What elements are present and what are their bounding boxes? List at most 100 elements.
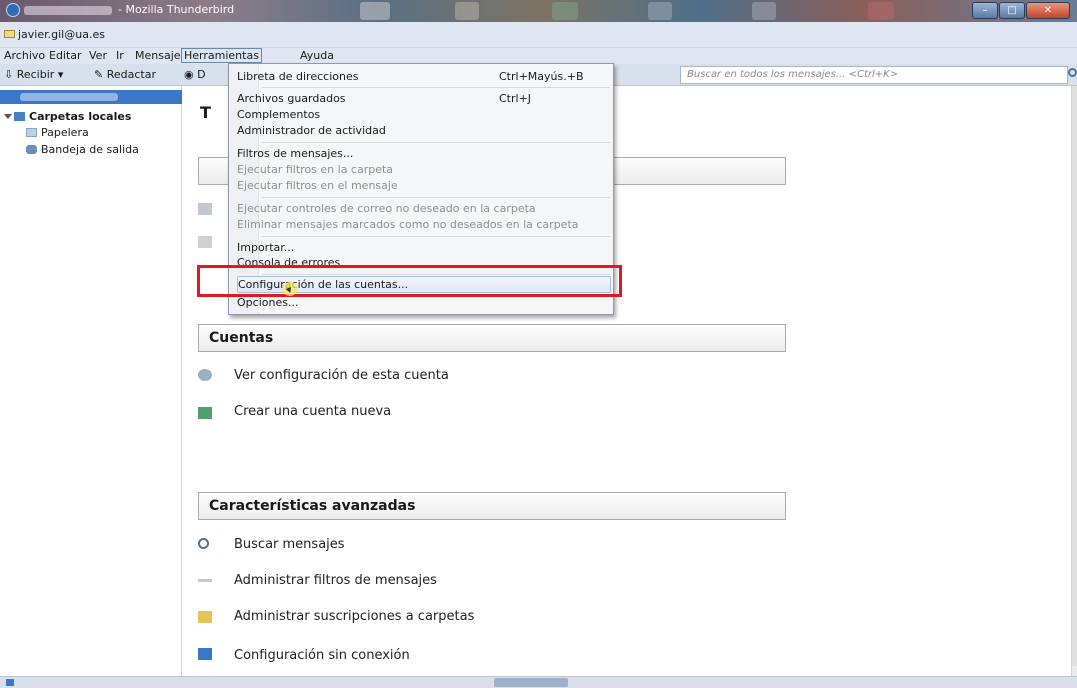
background-decoration: [752, 2, 776, 20]
menu-item-label: Eliminar mensajes marcados como no desea…: [237, 218, 579, 231]
blurred-account-name: [24, 6, 112, 15]
menu-item-label: Archivos guardados: [237, 92, 346, 105]
search-placeholder: Buscar en todos los mensajes... <Ctrl+K>: [687, 69, 899, 80]
annotation-highlight-box: [197, 265, 622, 297]
menu-item-addons[interactable]: Complementos: [237, 106, 611, 123]
search-input[interactable]: Buscar en todos los mensajes... <Ctrl+K>: [680, 66, 1068, 84]
menu-item-activity-manager[interactable]: Administrador de actividad: [237, 122, 611, 139]
menu-ir[interactable]: Ir: [116, 49, 124, 62]
search-icon: [198, 538, 209, 549]
menu-item-label: Libreta de direcciones: [237, 70, 359, 83]
manage-subscriptions-link[interactable]: Administrar suscripciones a carpetas: [234, 609, 474, 624]
folder-label: Bandeja de salida: [41, 143, 139, 156]
search-icon[interactable]: [1068, 68, 1077, 77]
menu-item-saved-files[interactable]: Archivos guardados Ctrl+J: [237, 90, 611, 107]
folder-icon: [14, 112, 25, 121]
menu-item-label: Complementos: [237, 108, 321, 121]
compose-button[interactable]: ✎ Redactar: [94, 68, 156, 81]
page-title: T: [200, 103, 211, 122]
create-account-link[interactable]: Crear una cuenta nueva: [234, 404, 391, 419]
folder-local-folders[interactable]: Carpetas locales: [4, 110, 131, 123]
mail-read-icon: [198, 203, 212, 215]
maximize-button[interactable]: □: [999, 2, 1025, 19]
thunderbird-app-icon[interactable]: [6, 3, 20, 17]
menu-bar: Archivo Editar Ver Ir Mensaje Herramient…: [0, 48, 1077, 64]
blurred-account-name: [20, 93, 118, 101]
menu-item-label: Importar...: [237, 241, 295, 254]
folder-icon: [198, 611, 212, 623]
menu-item-delete-junk: Eliminar mensajes marcados como no desea…: [237, 216, 611, 233]
folder-label: Carpetas locales: [29, 110, 132, 123]
menu-separator: [262, 87, 610, 88]
menu-separator: [262, 197, 610, 198]
title-bar: - Mozilla Thunderbird – □ ✕: [0, 0, 1077, 22]
background-decoration: [648, 2, 672, 20]
menu-item-label: Ejecutar filtros en el mensaje: [237, 179, 398, 192]
menu-herramientas[interactable]: Herramientas: [181, 48, 262, 63]
account-email: javier.gil@ua.es: [18, 28, 105, 41]
menu-archivo[interactable]: Archivo: [4, 49, 45, 62]
menu-item-label: Ejecutar filtros en la carpeta: [237, 163, 394, 176]
menu-item-shortcut: Ctrl+J: [499, 92, 532, 105]
mail-icon: [4, 30, 15, 38]
address-book-icon: ◉: [184, 68, 194, 81]
vertical-scrollbar[interactable]: [1071, 86, 1077, 676]
close-button[interactable]: ✕: [1026, 2, 1070, 19]
menu-item-label: Opciones...: [237, 296, 299, 309]
trash-icon: [26, 128, 37, 137]
outbox-icon: [26, 145, 37, 154]
pencil-icon: ✎: [94, 68, 104, 81]
folder-outbox[interactable]: Bandeja de salida: [26, 143, 139, 156]
background-decoration: [360, 2, 390, 20]
minimize-button[interactable]: –: [972, 2, 998, 19]
manage-filters-link[interactable]: Administrar filtros de mensajes: [234, 573, 437, 588]
menu-item-message-filters[interactable]: Filtros de mensajes...: [237, 145, 611, 162]
menu-item-label: Filtros de mensajes...: [237, 147, 354, 160]
expand-twisty-icon[interactable]: [4, 114, 12, 119]
menu-item-run-filters-message: Ejecutar filtros en el mensaje: [237, 177, 611, 194]
menu-ayuda[interactable]: Ayuda: [300, 49, 334, 62]
account-strip: javier.gil@ua.es: [0, 22, 1077, 48]
receive-icon: ⇩: [4, 68, 14, 81]
scrollbar-thumb[interactable]: [1072, 86, 1077, 666]
menu-item-address-book[interactable]: Libreta de direcciones Ctrl+Mayús.+B: [237, 68, 611, 85]
receive-label: Recibir: [16, 68, 55, 81]
section-box-advanced: Características avanzadas: [198, 492, 786, 520]
gear-icon: [198, 369, 212, 381]
taskbar-thumbnail: [494, 678, 568, 687]
menu-mensaje[interactable]: Mensaje: [135, 49, 181, 62]
section-box-accounts: Cuentas: [198, 324, 786, 352]
background-decoration: [868, 2, 894, 20]
menu-ver[interactable]: Ver: [89, 49, 107, 62]
address-book-label: D: [197, 68, 206, 81]
compose-mail-icon: [198, 236, 212, 248]
menu-editar[interactable]: Editar: [49, 49, 82, 62]
menu-item-label: Administrador de actividad: [237, 124, 386, 137]
search-messages-link[interactable]: Buscar mensajes: [234, 537, 345, 552]
folder-label: Papelera: [41, 126, 89, 139]
compose-label: Redactar: [106, 68, 156, 81]
view-account-settings-link[interactable]: Ver configuración de esta cuenta: [234, 368, 449, 383]
window-title: - Mozilla Thunderbird: [118, 3, 235, 16]
receive-button[interactable]: ⇩ Recibir ▾: [4, 68, 63, 81]
menu-separator: [262, 236, 610, 237]
selected-account-folder[interactable]: [0, 90, 182, 104]
online-status-icon[interactable]: [6, 679, 14, 686]
menu-item-shortcut: Ctrl+Mayús.+B: [499, 70, 584, 83]
address-book-button[interactable]: ◉ D: [184, 68, 206, 81]
offline-icon: [198, 648, 212, 660]
new-account-icon: [198, 407, 212, 419]
folder-trash[interactable]: Papelera: [26, 126, 89, 139]
menu-item-run-filters-folder: Ejecutar filtros en la carpeta: [237, 161, 611, 178]
background-decoration: [455, 2, 479, 20]
status-bar: [0, 676, 1077, 688]
background-decoration: [552, 2, 578, 20]
folder-pane: Carpetas locales Papelera Bandeja de sal…: [0, 86, 182, 676]
menu-item-label: Ejecutar controles de correo no deseado …: [237, 202, 536, 215]
section-heading: Características avanzadas: [209, 498, 416, 514]
receive-dropdown-icon[interactable]: ▾: [58, 68, 64, 81]
filter-icon: [198, 579, 212, 582]
offline-settings-link[interactable]: Configuración sin conexión: [234, 648, 410, 663]
section-heading: Cuentas: [209, 330, 274, 346]
menu-item-run-junk-controls: Ejecutar controles de correo no deseado …: [237, 200, 611, 217]
